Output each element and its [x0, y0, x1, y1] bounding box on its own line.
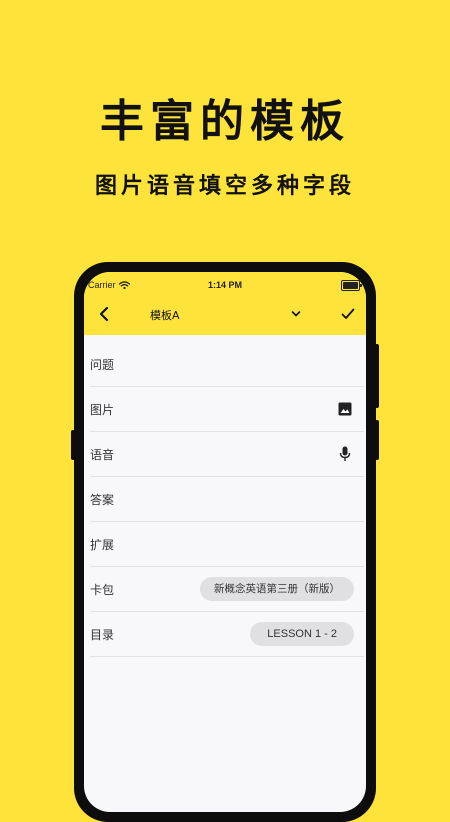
- status-bar: Carrier 1:14 PM: [84, 278, 366, 294]
- template-title[interactable]: 模板A: [150, 307, 180, 323]
- phone-side-button: [375, 344, 379, 408]
- field-row-catalog: 目录 LESSON 1 - 2: [90, 612, 364, 657]
- field-label: 问题: [90, 357, 115, 372]
- card-deck-selector[interactable]: 新概念英语第三册（新版）: [200, 577, 354, 601]
- field-row-image[interactable]: 图片: [90, 387, 364, 432]
- nav-bar: 模板A: [84, 302, 366, 326]
- phone-side-button: [375, 420, 379, 460]
- phone-screen: Carrier 1:14 PM 模板A 问题 图片 语音 答案 扩展 卡包 新概…: [84, 272, 366, 812]
- field-label: 扩展: [90, 537, 115, 552]
- field-row-card-deck: 卡包 新概念英语第三册（新版）: [90, 567, 364, 612]
- app-header: Carrier 1:14 PM 模板A: [84, 272, 366, 335]
- microphone-icon[interactable]: [336, 445, 354, 463]
- field-label: 卡包: [90, 582, 115, 597]
- field-label: 图片: [90, 402, 115, 417]
- field-row-audio[interactable]: 语音: [90, 432, 364, 477]
- promo-headline: 丰富的模板: [100, 96, 350, 147]
- confirm-button[interactable]: [336, 302, 360, 326]
- promo-subheadline: 图片语音填空多种字段: [94, 174, 355, 199]
- image-icon[interactable]: [336, 400, 354, 418]
- catalog-selector[interactable]: LESSON 1 - 2: [250, 622, 354, 646]
- template-dropdown-button[interactable]: [287, 302, 305, 326]
- phone-mockup: Carrier 1:14 PM 模板A 问题 图片 语音 答案 扩展 卡包 新概…: [71, 262, 379, 822]
- field-row-answer[interactable]: 答案: [90, 477, 364, 522]
- field-label: 目录: [90, 627, 115, 642]
- status-time: 1:14 PM: [207, 280, 242, 290]
- back-button[interactable]: [92, 302, 116, 326]
- field-row-extension[interactable]: 扩展: [90, 522, 364, 567]
- check-icon: [341, 308, 355, 319]
- field-row-question[interactable]: 问题: [90, 342, 364, 387]
- template-form: 问题 图片 语音 答案 扩展 卡包 新概念英语第三册（新版） 目录 LESSON…: [84, 335, 366, 657]
- phone-side-button: [71, 430, 75, 460]
- field-label: 语音: [90, 447, 115, 462]
- chevron-left-icon: [99, 306, 109, 322]
- chevron-down-icon: [291, 311, 301, 317]
- battery-icon: [341, 280, 362, 291]
- field-label: 答案: [90, 492, 115, 507]
